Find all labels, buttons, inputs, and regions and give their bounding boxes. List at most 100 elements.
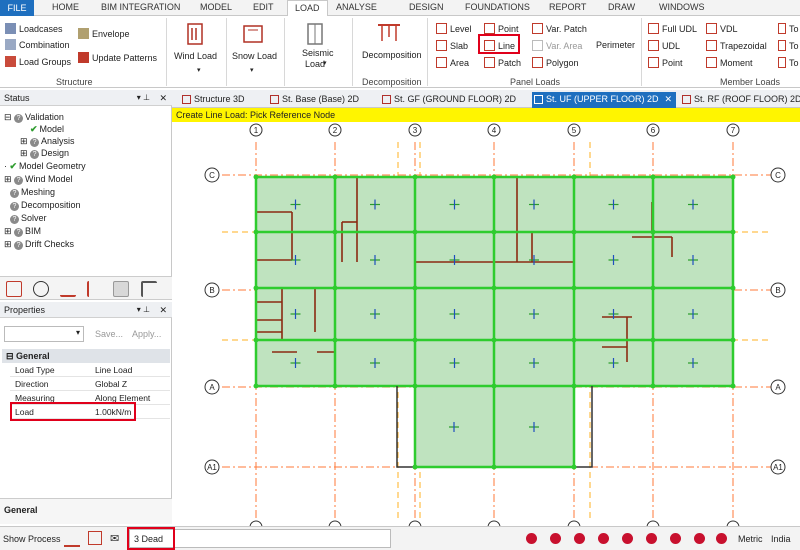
structure-icon[interactable]	[6, 281, 22, 297]
full-udl-button[interactable]: Full UDL	[648, 23, 697, 34]
decomposition-button[interactable]: Decomposition	[362, 50, 422, 60]
tree-analysis[interactable]: ⊞ ? Analysis	[20, 136, 75, 147]
question-icon: ?	[14, 241, 24, 250]
globe-icon[interactable]	[33, 281, 49, 297]
grid-label-top: 3	[413, 126, 418, 135]
frame-icon[interactable]	[141, 281, 157, 297]
menu-report[interactable]: REPORT	[549, 2, 586, 12]
menu-edit[interactable]: EDIT	[253, 2, 274, 12]
to-button-2[interactable]: To	[778, 40, 799, 51]
seismic-load-button[interactable]: Seismic	[302, 48, 334, 58]
var-area-button[interactable]: Var. Area	[532, 40, 582, 51]
drawing-canvas[interactable]: 1 2 3 4 5 6 7 C C B B A A A1 A1	[172, 122, 800, 526]
region-label[interactable]: India	[771, 534, 791, 544]
tree-bim[interactable]: ⊞ ? BIM	[4, 226, 41, 237]
error-icon[interactable]	[574, 533, 585, 544]
polygon-icon	[532, 57, 543, 68]
floor-plan[interactable]: 1 2 3 4 5 6 7 C C B B A A A1 A1	[172, 122, 800, 526]
tree-model[interactable]: ✔ Model	[30, 124, 64, 135]
error-icon[interactable]	[694, 533, 705, 544]
seismic-load-icon	[300, 20, 330, 48]
general-section[interactable]: ⊟ General	[2, 349, 170, 363]
general-panel-title: General	[0, 498, 172, 524]
wind-load-dropdown-icon[interactable]: ▾	[197, 66, 201, 74]
tree-model-geometry[interactable]: · ✔ Model Geometry	[4, 161, 86, 172]
error-icon[interactable]	[646, 533, 657, 544]
level-button[interactable]: Level	[436, 23, 472, 34]
menu-model[interactable]: MODEL	[200, 2, 232, 12]
tab-st-rf[interactable]: St. RF (ROOF FLOOR) 2D	[680, 92, 800, 108]
member-icon[interactable]	[87, 281, 103, 297]
question-icon: ?	[30, 138, 40, 147]
tree-drift-checks[interactable]: ⊞ ? Drift Checks	[4, 239, 74, 250]
vdl-button[interactable]: VDL	[706, 23, 738, 34]
property-row[interactable]: Direction Global Z	[10, 377, 170, 391]
tree-meshing[interactable]: ? Meshing	[10, 187, 55, 198]
menu-draw[interactable]: DRAW	[608, 2, 635, 12]
loadcases-button[interactable]: Loadcases	[5, 23, 63, 34]
error-icon[interactable]	[716, 533, 727, 544]
menu-foundations[interactable]: FOUNDATIONS	[465, 2, 530, 12]
error-icon[interactable]	[550, 533, 561, 544]
slab-button[interactable]: Slab	[436, 40, 468, 51]
menu-windows[interactable]: WINDOWS	[659, 2, 705, 12]
seismic-dropdown-icon[interactable]: ▾	[323, 59, 327, 67]
close-icon[interactable]: ✕	[159, 90, 167, 106]
moment-button[interactable]: Moment	[706, 57, 753, 68]
load-icon[interactable]	[60, 281, 76, 297]
trapezoidal-button[interactable]: Trapezoidal	[706, 40, 767, 51]
error-icon[interactable]	[670, 533, 681, 544]
polygon-button[interactable]: Polygon	[532, 57, 579, 68]
tab-st-uf[interactable]: St. UF (UPPER FLOOR) 2D ✕	[532, 92, 676, 108]
tab-st-gf[interactable]: St. GF (GROUND FLOOR) 2D	[380, 92, 516, 108]
node	[412, 337, 418, 343]
tree-validation[interactable]: ⊟ ? Validation	[4, 112, 64, 123]
mail-icon[interactable]: ✉	[110, 532, 119, 545]
tree-design[interactable]: ⊞ ? Design	[20, 148, 69, 159]
units-label[interactable]: Metric	[738, 534, 763, 544]
tab-structure-3d[interactable]: Structure 3D	[180, 92, 245, 108]
pin-icon[interactable]: ▾ ⊥	[137, 90, 150, 106]
menu-file[interactable]: FILE	[0, 0, 34, 16]
area-button[interactable]: Area	[436, 57, 469, 68]
snow-load-button[interactable]: Snow Load	[232, 51, 277, 61]
pin-icon[interactable]: ▾ ⊥	[137, 302, 150, 318]
apply-button[interactable]: Apply...	[132, 329, 161, 339]
tree-decomposition[interactable]: ? Decomposition	[10, 200, 81, 211]
member-view-icon[interactable]	[88, 531, 102, 545]
tree-solver[interactable]: ? Solver	[10, 213, 47, 224]
load-groups-button[interactable]: Load Groups	[5, 56, 71, 67]
point-button[interactable]: Point	[484, 23, 519, 34]
error-icon[interactable]	[598, 533, 609, 544]
error-icon[interactable]	[526, 533, 537, 544]
save-button[interactable]: Save...	[95, 329, 123, 339]
var-patch-button[interactable]: Var. Patch	[532, 23, 587, 34]
menu-analyse[interactable]: ANALYSE	[336, 2, 377, 12]
update-patterns-button[interactable]: Update Patterns	[78, 52, 157, 63]
wind-load-button[interactable]: Wind Load	[174, 51, 217, 61]
properties-selector[interactable]: ▾	[4, 326, 84, 342]
property-row[interactable]: Load Type Line Load	[10, 363, 170, 377]
menu-load[interactable]: LOAD	[287, 0, 328, 17]
menu-design[interactable]: DESIGN	[409, 2, 444, 12]
load-view-icon[interactable]	[64, 531, 80, 547]
envelope-button[interactable]: Envelope	[78, 28, 130, 39]
patch-button[interactable]: Patch	[484, 57, 521, 68]
combination-button[interactable]: Combination	[5, 39, 70, 50]
node	[571, 174, 577, 180]
tab-st-base[interactable]: St. Base (Base) 2D	[268, 92, 359, 108]
udl-button[interactable]: UDL	[648, 40, 680, 51]
error-icon[interactable]	[622, 533, 633, 544]
close-tab-icon[interactable]: ✕	[664, 92, 672, 106]
perimeter-button[interactable]: Perimeter	[596, 40, 635, 50]
menu-bim-integration[interactable]: BIM INTEGRATION	[101, 2, 180, 12]
menu-home[interactable]: HOME	[52, 2, 79, 12]
to-button-3[interactable]: To	[778, 57, 799, 68]
snow-load-dropdown-icon[interactable]: ▾	[250, 66, 254, 74]
building-icon[interactable]	[113, 281, 129, 297]
member-point-button[interactable]: Point	[648, 57, 683, 68]
to-button-1[interactable]: To	[778, 23, 799, 34]
tree-wind-model[interactable]: ⊞ ? Wind Model	[4, 174, 73, 185]
close-icon[interactable]: ✕	[159, 302, 167, 318]
grid-label-top: 7	[731, 126, 736, 135]
